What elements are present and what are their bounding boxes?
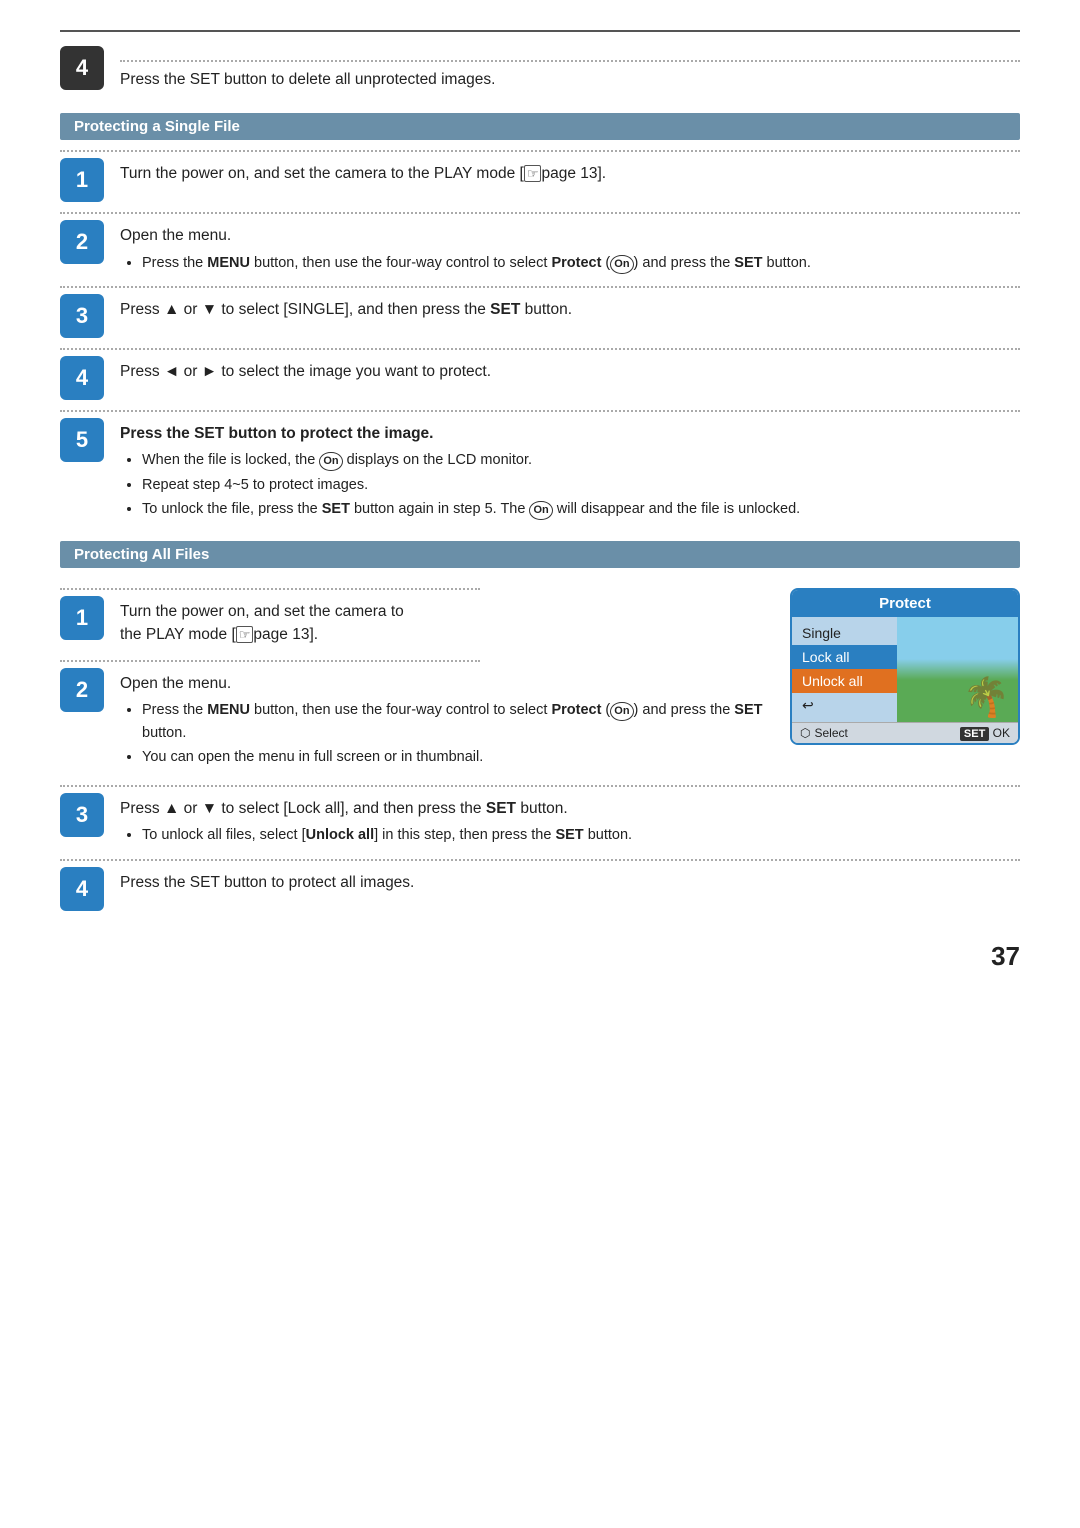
s2s3-content: Press ▲ or ▼ to select [Lock all], and t… xyxy=(120,793,1020,849)
ok-label: OK xyxy=(993,726,1010,740)
s1s2-bullets: Press the MENU button, then use the four… xyxy=(142,252,1020,274)
select-arrows-icon: ⬡ xyxy=(800,726,810,740)
s1s4-content: Press ◄ or ► to select the image you wan… xyxy=(120,356,1020,387)
section1-step1-row: 1 Turn the power on, and set the camera … xyxy=(60,158,1020,202)
s1s1-content: Turn the power on, and set the camera to… xyxy=(120,158,1020,189)
dotted-line-s1s4 xyxy=(60,348,1020,350)
step-num-s1s1: 1 xyxy=(60,158,104,202)
s2s4-text: Press the SET button to protect all imag… xyxy=(120,871,1020,894)
s2s2-bullet1: Press the MENU button, then use the four… xyxy=(142,699,770,744)
section2-left: 1 Turn the power on, and set the camera … xyxy=(60,578,770,775)
ref-icon-s2s1: ☞ xyxy=(236,626,254,643)
on-icon-s1s2: On xyxy=(610,255,633,274)
section2-step1-row: 1 Turn the power on, and set the camera … xyxy=(60,596,770,651)
section1-step4-wrapper: 4 Press ◄ or ► to select the image you w… xyxy=(60,348,1020,400)
dotted-line xyxy=(120,60,1020,62)
s2s2-bullet2: You can open the menu in full screen or … xyxy=(142,746,770,768)
s1s1-text: Turn the power on, and set the camera to… xyxy=(120,162,1020,185)
s1s5-bullet2: Repeat step 4~5 to protect images. xyxy=(142,474,1020,496)
protect-dialog-title: Protect xyxy=(792,590,1018,617)
protect-dialog-image: 🌴 xyxy=(897,617,1018,722)
ref-icon-s1s1: ☞ xyxy=(524,165,542,182)
step-num-s2s2: 2 xyxy=(60,668,104,712)
section1-step3-row: 3 Press ▲ or ▼ to select [SINGLE], and t… xyxy=(60,294,1020,338)
s2s3-text: Press ▲ or ▼ to select [Lock all], and t… xyxy=(120,797,1020,820)
protect-menu: Single Lock all Unlock all ↩ xyxy=(792,617,897,722)
footer-select: ⬡ Select xyxy=(800,726,848,740)
section2-step3-row: 3 Press ▲ or ▼ to select [Lock all], and… xyxy=(60,793,1020,849)
section2-step4-wrapper: 4 Press the SET button to protect all im… xyxy=(60,859,1020,911)
s1s2-label: Open the menu. xyxy=(120,224,1020,247)
s1s3-text: Press ▲ or ▼ to select [SINGLE], and the… xyxy=(120,298,1020,321)
on-icon-s1s5a: On xyxy=(319,452,342,471)
section1-header: Protecting a Single File xyxy=(60,113,1020,140)
section2-twocol: 1 Turn the power on, and set the camera … xyxy=(60,578,1020,775)
section1-step1-wrapper: 1 Turn the power on, and set the camera … xyxy=(60,150,1020,202)
on-icon-s2s2: On xyxy=(610,702,633,721)
dotted-line-s1s3 xyxy=(60,286,1020,288)
on-icon-s1s5b: On xyxy=(529,501,552,520)
section2-step2-wrapper: 2 Open the menu. Press the MENU button, … xyxy=(60,660,770,771)
dotted-line-s2s4 xyxy=(60,859,1020,861)
s1s3-content: Press ▲ or ▼ to select [SINGLE], and the… xyxy=(120,294,1020,325)
section1-step5-wrapper: 5 Press the SET button to protect the im… xyxy=(60,410,1020,523)
protect-dialog-footer: ⬡ Select SET OK xyxy=(792,722,1018,743)
s1s4-text: Press ◄ or ► to select the image you wan… xyxy=(120,360,1020,383)
menu-item-unlockall[interactable]: Unlock all xyxy=(792,669,897,693)
s2s3-bullet1: To unlock all files, select [Unlock all]… xyxy=(142,824,1020,846)
top-step4-content: Press the SET button to delete all unpro… xyxy=(120,46,1020,95)
page-number: 37 xyxy=(60,941,1020,972)
step-num-s1s2: 2 xyxy=(60,220,104,264)
s1s5-bullets: When the file is locked, the On displays… xyxy=(142,449,1020,520)
step-num-s2s4: 4 xyxy=(60,867,104,911)
dotted-line-s2s3 xyxy=(60,785,1020,787)
top-divider xyxy=(60,30,1020,32)
step-num-s2s1: 1 xyxy=(60,596,104,640)
section2-step1-wrapper: 1 Turn the power on, and set the camera … xyxy=(60,588,770,651)
palm-tree-icon: 🌴 xyxy=(963,679,1010,717)
step-num-s1s3: 3 xyxy=(60,294,104,338)
menu-item-single[interactable]: Single xyxy=(792,621,897,645)
section1-step3-wrapper: 3 Press ▲ or ▼ to select [SINGLE], and t… xyxy=(60,286,1020,338)
s1s2-content: Open the menu. Press the MENU button, th… xyxy=(120,220,1020,276)
dotted-line-s2s1 xyxy=(60,588,480,590)
s1s5-bullet3: To unlock the file, press the SET button… xyxy=(142,498,1020,520)
s2s3-bullets: To unlock all files, select [Unlock all]… xyxy=(142,824,1020,846)
section1-step2-row: 2 Open the menu. Press the MENU button, … xyxy=(60,220,1020,276)
protect-dialog-body: Single Lock all Unlock all ↩ 🌴 xyxy=(792,617,1018,722)
step-num-s1s4: 4 xyxy=(60,356,104,400)
step-num-s1s5: 5 xyxy=(60,418,104,462)
select-label: Select xyxy=(814,726,847,740)
step-num-top4: 4 xyxy=(60,46,104,90)
s2s4-content: Press the SET button to protect all imag… xyxy=(120,867,1020,898)
s2s1-text: Turn the power on, and set the camera to… xyxy=(120,600,770,647)
section1-step5-row: 5 Press the SET button to protect the im… xyxy=(60,418,1020,523)
s2s2-bullets: Press the MENU button, then use the four… xyxy=(142,699,770,768)
set-btn-icon: SET xyxy=(960,727,989,741)
dotted-line-s1s5 xyxy=(60,410,1020,412)
s2s2-label: Open the menu. xyxy=(120,672,770,695)
ok-section: SET OK xyxy=(960,726,1010,740)
section1-step4-row: 4 Press ◄ or ► to select the image you w… xyxy=(60,356,1020,400)
step-num-s2s3: 3 xyxy=(60,793,104,837)
s1s5-bullet1: When the file is locked, the On displays… xyxy=(142,449,1020,471)
dotted-line-s1s1 xyxy=(60,150,1020,152)
s1s5-content: Press the SET button to protect the imag… xyxy=(120,418,1020,523)
section2-step3-wrapper: 3 Press ▲ or ▼ to select [Lock all], and… xyxy=(60,785,1020,849)
section2-header: Protecting All Files xyxy=(60,541,1020,568)
menu-item-back[interactable]: ↩ xyxy=(792,693,897,718)
dotted-line-s2s2 xyxy=(60,660,480,662)
s2s2-content: Open the menu. Press the MENU button, th… xyxy=(120,668,770,771)
menu-item-lockall[interactable]: Lock all xyxy=(792,645,897,669)
s2s1-content: Turn the power on, and set the camera to… xyxy=(120,596,770,651)
section1-step2-wrapper: 2 Open the menu. Press the MENU button, … xyxy=(60,212,1020,276)
s1s2-bullet1: Press the MENU button, then use the four… xyxy=(142,252,1020,274)
section2-step2-row: 2 Open the menu. Press the MENU button, … xyxy=(60,668,770,771)
dotted-line-s1s2 xyxy=(60,212,1020,214)
top-step4-text: Press the SET button to delete all unpro… xyxy=(120,68,1020,91)
section2-step4-row: 4 Press the SET button to protect all im… xyxy=(60,867,1020,911)
top-step-4-row: 4 Press the SET button to delete all unp… xyxy=(60,46,1020,95)
s1s5-label: Press the SET button to protect the imag… xyxy=(120,422,1020,445)
protect-dialog: Protect Single Lock all Unlock all ↩ 🌴 ⬡… xyxy=(790,588,1020,745)
